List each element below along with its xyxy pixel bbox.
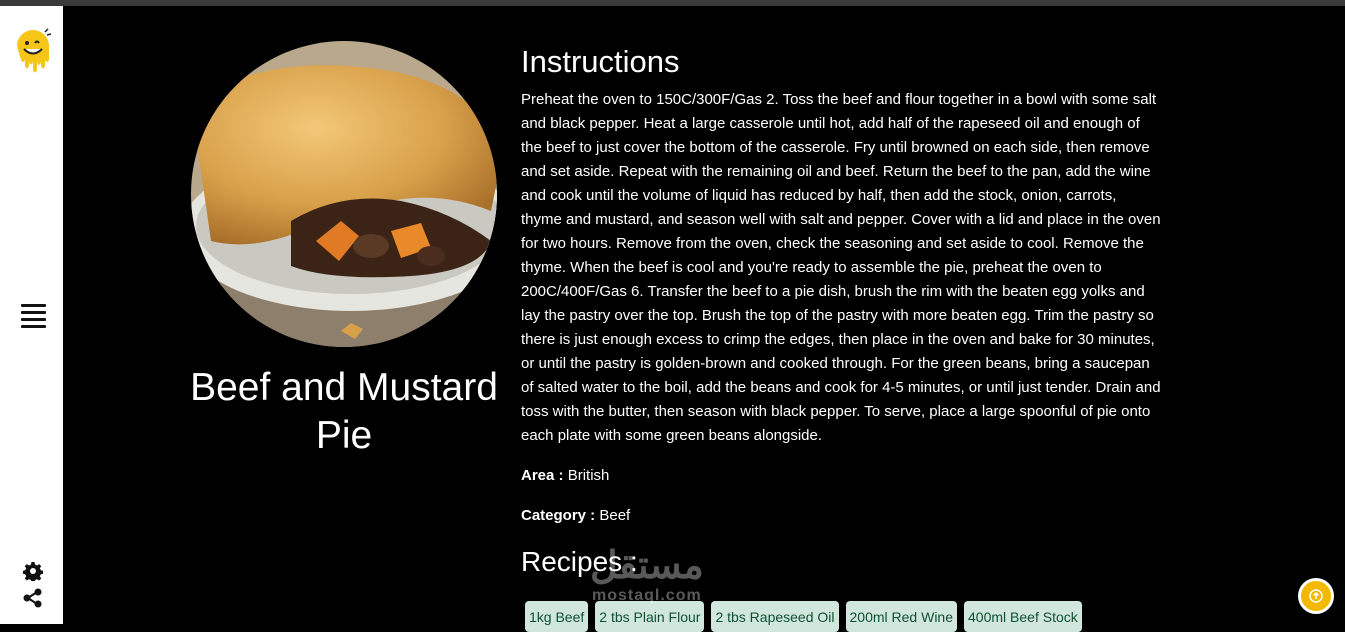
area-label: Area : xyxy=(521,467,564,484)
mostaql-watermark: مستقل mostaql.com xyxy=(590,543,760,613)
category-row: Category : Beef xyxy=(521,504,1161,528)
category-value: Beef xyxy=(599,507,631,524)
share-icon[interactable] xyxy=(23,588,43,608)
scroll-to-top-button[interactable] xyxy=(1298,578,1334,614)
instructions-heading: Instructions xyxy=(521,44,680,79)
ingredient-chip: 400ml Beef Stock xyxy=(964,601,1082,632)
instructions-text: Preheat the oven to 150C/300F/Gas 2. Tos… xyxy=(521,91,1161,444)
gear-icon[interactable] xyxy=(22,561,44,583)
meal-title: Beef and Mustard Pie xyxy=(190,366,498,457)
ingredient-chip: 1kg Beef xyxy=(525,601,589,632)
smiley-drip-logo-icon[interactable] xyxy=(15,28,52,76)
hamburger-menu-icon[interactable] xyxy=(21,304,46,330)
category-label: Category : xyxy=(521,507,596,524)
meal-details: Instructions Preheat the oven to 150C/30… xyxy=(521,40,1161,580)
top-bar xyxy=(0,0,1345,6)
watermark-latin: mostaql.com xyxy=(592,587,702,604)
ingredient-chip: 200ml Red Wine xyxy=(845,601,958,632)
area-row: Area : British xyxy=(521,464,1161,488)
arrow-up-icon xyxy=(1309,589,1323,603)
watermark-arabic: مستقل xyxy=(590,545,704,587)
area-value: British xyxy=(567,467,610,484)
beef-pie-photo xyxy=(191,41,497,347)
sidebar xyxy=(0,6,63,624)
